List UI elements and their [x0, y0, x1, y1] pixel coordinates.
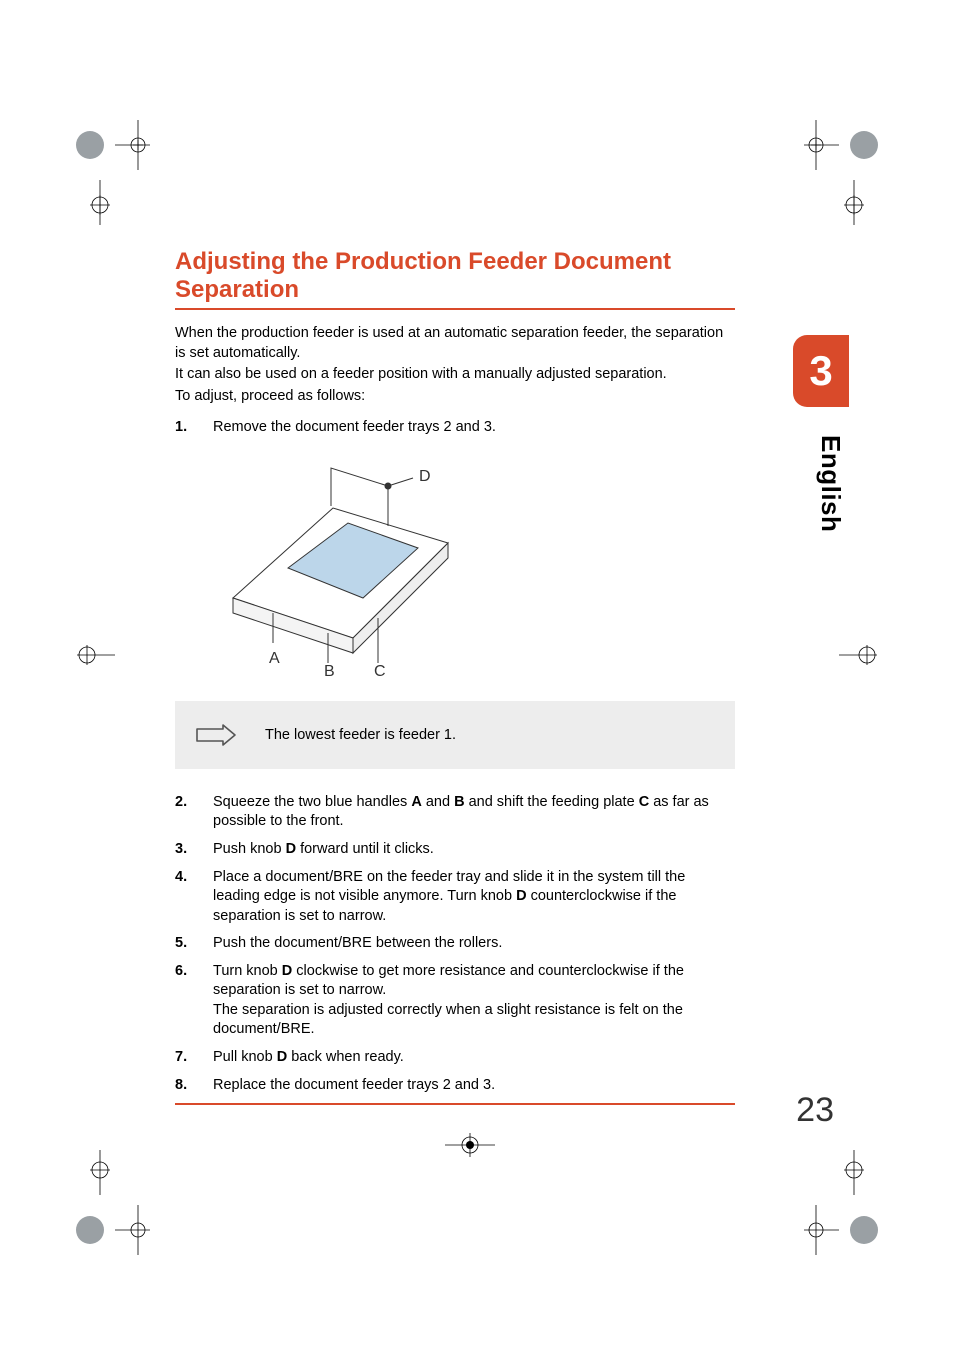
reg-dot-bl: [60, 1150, 150, 1260]
reg-dot-tr: [804, 115, 894, 225]
step-number: 5.: [175, 934, 213, 954]
step-text: Replace the document feeder trays 2 and …: [213, 1076, 735, 1096]
step-5: 5. Push the document/BRE between the rol…: [175, 934, 735, 954]
step-6: 6. Turn knob D clockwise to get more res…: [175, 962, 735, 1040]
step-number: 8.: [175, 1076, 213, 1096]
step-number: 1.: [175, 418, 213, 438]
label-A: A: [269, 650, 280, 667]
step-number: 2.: [175, 793, 213, 832]
section-end-rule: [175, 1103, 735, 1105]
step-number: 6.: [175, 962, 213, 1040]
reg-dot-br: [804, 1150, 894, 1260]
step-7: 7. Pull knob D back when ready.: [175, 1048, 735, 1068]
label-D: D: [419, 468, 431, 485]
language-label: English: [815, 435, 846, 532]
reg-dot-tl: [60, 115, 150, 225]
label-C: C: [374, 663, 386, 678]
chapter-tab: 3: [793, 335, 849, 407]
intro-p1: When the production feeder is used at an…: [175, 324, 735, 363]
step-3: 3. Push knob D forward until it clicks.: [175, 840, 735, 860]
step-8: 8. Replace the document feeder trays 2 a…: [175, 1076, 735, 1096]
reg-mid-right: [839, 640, 879, 670]
step-text: Turn knob D clockwise to get more resist…: [213, 962, 735, 1040]
step-text: Push the document/BRE between the roller…: [213, 934, 735, 954]
page-number: 23: [796, 1091, 834, 1130]
intro-p3: To adjust, proceed as follows:: [175, 387, 735, 407]
step-number: 4.: [175, 868, 213, 927]
intro-p2: It can also be used on a feeder position…: [175, 365, 735, 385]
step-2: 2. Squeeze the two blue handles A and B …: [175, 793, 735, 832]
note-box: The lowest feeder is feeder 1.: [175, 701, 735, 769]
step-number: 7.: [175, 1048, 213, 1068]
step-text: Pull knob D back when ready.: [213, 1048, 735, 1068]
note-text: The lowest feeder is feeder 1.: [265, 727, 456, 743]
feeder-diagram: D A B C: [213, 448, 735, 683]
step-text: Place a document/BRE on the feeder tray …: [213, 868, 735, 927]
step-number: 3.: [175, 840, 213, 860]
reg-mid-left: [75, 640, 115, 670]
step-text: Push knob D forward until it clicks.: [213, 840, 735, 860]
label-B: B: [324, 663, 335, 678]
step-text: Squeeze the two blue handles A and B and…: [213, 793, 735, 832]
note-icon: [193, 723, 253, 747]
intro-block: When the production feeder is used at an…: [175, 324, 735, 406]
step-text: Remove the document feeder trays 2 and 3…: [213, 418, 735, 438]
step-4: 4. Place a document/BRE on the feeder tr…: [175, 868, 735, 927]
section-heading: Adjusting the Production Feeder Document…: [175, 248, 735, 310]
page-content: Adjusting the Production Feeder Document…: [175, 248, 735, 1105]
reg-bottom-center: [440, 1130, 500, 1160]
step-1: 1. Remove the document feeder trays 2 an…: [175, 418, 735, 438]
